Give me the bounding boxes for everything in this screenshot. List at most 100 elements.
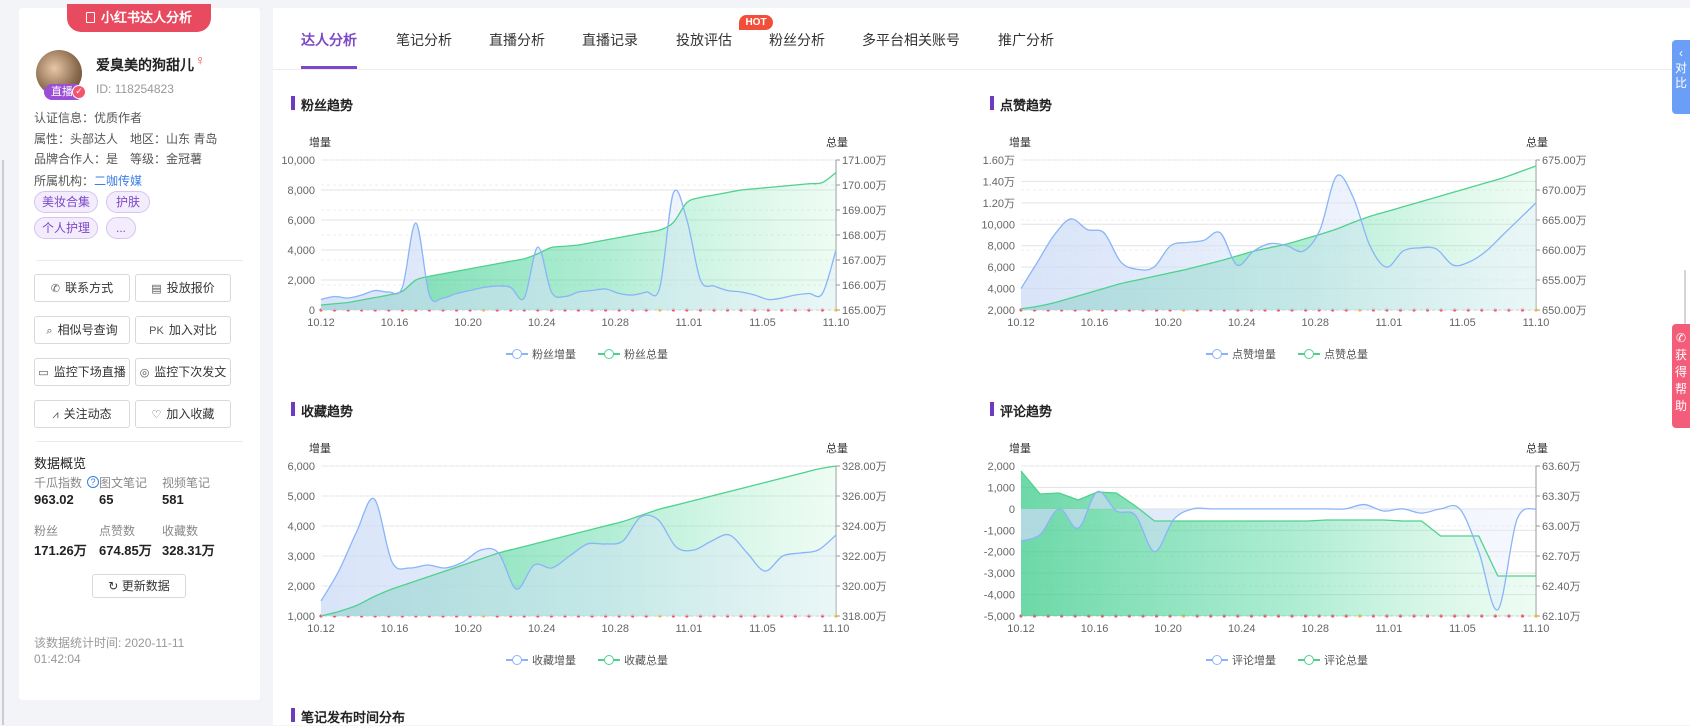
add-favorite-button[interactable]: ♡ 加入收藏 [135, 400, 231, 428]
y-tick-label: 1.60万 [983, 155, 1015, 167]
legend-label: 收藏总量 [624, 655, 668, 667]
monitor-post-button[interactable]: ◎ 监控下次发文 [135, 358, 231, 386]
legend-item-total[interactable]: 粉丝总量 [598, 346, 668, 362]
xiaohongshu-pill[interactable]: 小红书达人分析 [67, 4, 211, 32]
overview-label: 点赞数 [99, 524, 136, 538]
likes-trend-chart[interactable]: 1.60万 1.40万 1.20万 10,000 8,000 6,000 4,000 2,00… [973, 135, 1673, 398]
tab-multi-platform[interactable]: 多平台相关账号 [862, 30, 960, 50]
comments-trend-chart[interactable]: 2,000 1,000 0 -1,000 -2,000 -3,000 -4,000 -5,00… [973, 441, 1673, 704]
video-icon: ▭ [38, 367, 49, 379]
profile-card: 小红书达人分析 直播 ✓ 爱臭美的狗甜儿 ♀ ID: 118254823 认证信息… [19, 4, 260, 700]
female-icon: ♀ [195, 52, 206, 68]
legend-marker-icon [506, 349, 528, 359]
fans-trend-chart[interactable]: 10,000 8,000 6,000 4,000 2,000 0 171.00万 170.00… [273, 135, 973, 398]
total-area [321, 172, 836, 310]
tab-promotion-analysis[interactable]: 推广分析 [998, 30, 1054, 50]
x-tick-label: 10.16 [381, 623, 409, 635]
tab-influencer-analysis[interactable]: 达人分析 [301, 30, 357, 50]
y2-tick-label: 675.00万 [1542, 155, 1587, 167]
legend-label: 粉丝总量 [624, 349, 668, 361]
legend-marker-icon [598, 349, 620, 359]
tab-bar: 达人分析 笔记分析 直播分析 直播记录 投放评估 HOT 粉丝分析 多平台相关账… [273, 8, 1690, 70]
overview-title: 数据概览 [34, 456, 87, 471]
overview-value: 581 [162, 492, 184, 507]
y-tick-label: 0 [1009, 504, 1015, 516]
chart-legend[interactable]: 点赞增量 点赞总量 [1206, 346, 1390, 362]
tab-live-records[interactable]: 直播记录 [582, 30, 638, 50]
phone-icon: ✆ [1675, 331, 1687, 345]
legend-item-increment[interactable]: 粉丝增量 [506, 346, 576, 362]
x-tick-label: 10.28 [602, 623, 630, 635]
chart-legend[interactable]: 收藏增量 收藏总量 [506, 652, 690, 668]
y2-tick-label: 165.00万 [842, 305, 887, 317]
y-axis-label: 增量 [309, 135, 331, 149]
section-title-collects: 收藏趋势 [291, 401, 353, 420]
tag-item[interactable]: 美妆合集 [34, 191, 98, 213]
y2-tick-label: 167.00万 [842, 255, 887, 267]
legend-item-total[interactable]: 评论总量 [1298, 652, 1368, 668]
y2-tick-label: 665.00万 [1542, 215, 1587, 227]
y2-tick-label: 62.40万 [1542, 581, 1581, 593]
chart-legend[interactable]: 评论增量 评论总量 [1206, 652, 1390, 668]
y-tick-label: 2,000 [987, 305, 1015, 317]
active-tab-underline [301, 66, 357, 69]
x-tick-label: 11.10 [1523, 317, 1550, 329]
legend-item-total[interactable]: 收藏总量 [598, 652, 668, 668]
legend-label: 粉丝增量 [532, 349, 576, 361]
y2-tick-label: 63.30万 [1542, 491, 1581, 503]
tag-item[interactable]: 护肤 [106, 191, 150, 213]
contact-button[interactable]: ✆ 联系方式 [34, 274, 130, 302]
left-edge [0, 0, 6, 725]
org-link[interactable]: 二咖传媒 [94, 174, 142, 188]
help-side-label: 获得帮助 [1674, 348, 1687, 413]
section-title-note-time: 笔记发布时间分布 [291, 707, 405, 726]
quote-button[interactable]: ▤ 投放报价 [135, 274, 231, 302]
follow-trends-button[interactable]: ⩘ 关注动态 [34, 400, 130, 428]
x-tick-label: 11.05 [1449, 623, 1476, 635]
document-icon: ▤ [151, 283, 162, 295]
compare-side-button[interactable]: ‹ 对比 [1672, 40, 1690, 114]
y2-axis-label: 总量 [1526, 135, 1548, 149]
tag-more[interactable]: ... [106, 217, 136, 239]
help-side-button[interactable]: ✆ 获得帮助 [1672, 324, 1690, 428]
overview-label: 图文笔记 [99, 476, 148, 490]
tab-ad-evaluation[interactable]: 投放评估 [676, 30, 732, 50]
y-tick-label: 2,000 [287, 275, 315, 287]
y-tick-label: 8,000 [287, 185, 315, 197]
y-tick-label: 4,000 [987, 284, 1015, 296]
tab-live-analysis[interactable]: 直播分析 [489, 30, 545, 50]
x-tick-label: 10.16 [1081, 317, 1109, 329]
y-tick-label: 10,000 [281, 155, 315, 167]
collects-trend-chart[interactable]: 6,000 5,000 4,000 3,000 2,000 1,000 328.00万 326… [273, 441, 973, 704]
tab-note-analysis[interactable]: 笔记分析 [396, 30, 452, 50]
add-compare-button[interactable]: PK 加入对比 [135, 316, 231, 344]
book-icon [85, 12, 95, 23]
similar-search-button[interactable]: ⌕ 相似号查询 [34, 316, 130, 344]
legend-item-increment[interactable]: 点赞增量 [1206, 346, 1276, 362]
x-tick-label: 11.01 [675, 623, 702, 635]
monitor-live-button[interactable]: ▭ 监控下场直播 [34, 358, 130, 386]
help-icon[interactable]: ? [87, 476, 99, 488]
tag-item[interactable]: 个人护理 [34, 217, 98, 239]
legend-item-increment[interactable]: 评论增量 [1206, 652, 1276, 668]
y-tick-label: 3,000 [287, 551, 315, 563]
y2-tick-label: 318.00万 [842, 611, 887, 623]
legend-item-total[interactable]: 点赞总量 [1298, 346, 1368, 362]
scrollbar[interactable] [1684, 270, 1686, 330]
org-label: 所属机构： [34, 174, 95, 188]
legend-item-increment[interactable]: 收藏增量 [506, 652, 576, 668]
id-value: 118254823 [114, 82, 174, 96]
y-axis-label: 增量 [309, 441, 331, 455]
x-tick-label: 10.28 [1302, 623, 1330, 635]
y2-axis-label: 总量 [1526, 441, 1548, 455]
chart-legend[interactable]: 粉丝增量 粉丝总量 [506, 346, 690, 362]
overview-value: 674.85万 [99, 543, 152, 558]
chevron-left-icon: ‹ [1679, 46, 1683, 60]
x-tick-label: 10.24 [528, 623, 556, 635]
overview-value: 65 [99, 492, 114, 507]
x-tick-label: 10.24 [1228, 317, 1256, 329]
divider [36, 441, 243, 442]
refresh-button[interactable]: ↻ 更新数据 [92, 574, 186, 598]
tab-fans-analysis[interactable]: 粉丝分析 [769, 30, 825, 50]
y-tick-label: 6,000 [287, 461, 315, 473]
